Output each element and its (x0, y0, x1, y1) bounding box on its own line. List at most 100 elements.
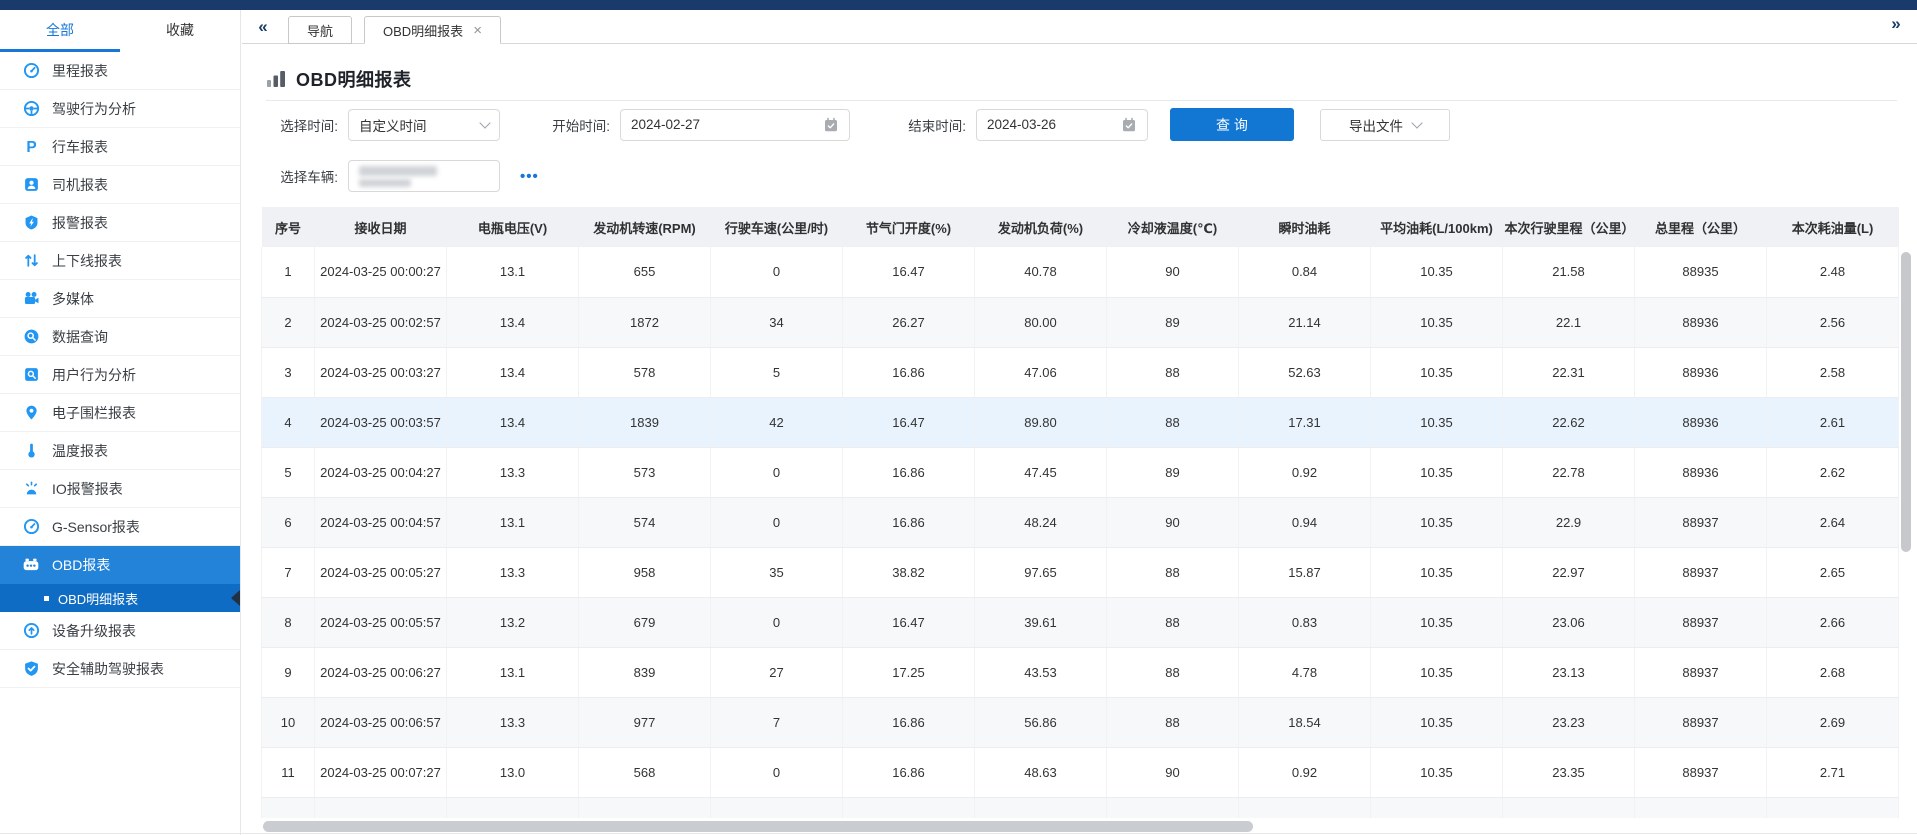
table-row[interactable]: 92024-03-25 00:06:2713.18392717.2543.538… (262, 647, 1899, 697)
table-cell: 13.4 (447, 297, 579, 347)
table-row[interactable]: 52024-03-25 00:04:2713.3573016.8647.4589… (262, 447, 1899, 497)
table-cell: 0.84 (1239, 247, 1371, 297)
table-cell: 89 (1107, 797, 1239, 818)
table-cell: 10.35 (1371, 647, 1503, 697)
time-range-select[interactable]: 自定义时间 (348, 109, 500, 141)
table-cell: 0.94 (1239, 497, 1371, 547)
table-cell: 2.56 (1767, 297, 1899, 347)
column-header: 发动机负荷(%) (975, 207, 1107, 247)
close-tab-icon[interactable]: × (473, 23, 482, 38)
parking-icon: P (22, 138, 40, 156)
sidebar-subitem[interactable]: OBD明细报表 (0, 584, 240, 612)
horizontal-scrollbar[interactable] (261, 820, 1902, 833)
horizontal-scrollbar-thumb[interactable] (263, 821, 1253, 832)
steering-wheel-icon (22, 100, 40, 118)
table-cell: 2.58 (1767, 347, 1899, 397)
table-cell: 10.35 (1371, 697, 1503, 747)
sidebar-item[interactable]: 安全辅助驾驶报表 (0, 650, 240, 688)
chevron-down-icon (1411, 117, 1422, 128)
io-alarm-icon (22, 480, 40, 498)
table-row[interactable]: 42024-03-25 00:03:5713.418394216.4789.80… (262, 397, 1899, 447)
table-row[interactable]: 72024-03-25 00:05:2713.39583538.8297.658… (262, 547, 1899, 597)
table-cell: 4.78 (1239, 647, 1371, 697)
workspace-tab[interactable]: 导航 (288, 16, 352, 44)
end-date-input[interactable]: 2024-03-26 (976, 109, 1148, 141)
sidebar-item[interactable]: 设备升级报表 (0, 612, 240, 650)
table-cell: 5 (262, 447, 315, 497)
location-pin-icon (22, 404, 40, 422)
table-row[interactable]: 22024-03-25 00:02:5713.418723426.2780.00… (262, 297, 1899, 347)
sidebar-item[interactable]: P 行车报表 (0, 128, 240, 166)
expand-tabs-icon[interactable]: » (1883, 11, 1909, 37)
table-cell: 88 (1107, 697, 1239, 747)
sidebar-item[interactable]: 驾驶行为分析 (0, 90, 240, 128)
table-row[interactable]: 32024-03-25 00:03:2713.4578516.8647.0688… (262, 347, 1899, 397)
table-cell: 9 (262, 647, 315, 697)
table-cell: 2024-03-25 00:06:27 (315, 647, 447, 697)
table-cell: 2024-03-25 00:04:57 (315, 497, 447, 547)
sidebar-item[interactable]: 多媒体 (0, 280, 240, 318)
table-row[interactable]: 62024-03-25 00:04:5713.1574016.8648.2490… (262, 497, 1899, 547)
sidebar-item[interactable]: IO报警报表 (0, 470, 240, 508)
table-cell: 10.35 (1371, 597, 1503, 647)
table-cell: 13.1 (447, 247, 579, 297)
table-cell: 13.2 (447, 597, 579, 647)
vertical-scrollbar-thumb[interactable] (1901, 252, 1911, 552)
sidebar-item[interactable]: 里程报表 (0, 52, 240, 90)
table-cell: 23.13 (1503, 647, 1635, 697)
sidebar-item[interactable]: 电子围栏报表 (0, 394, 240, 432)
table-cell: 16.86 (843, 747, 975, 797)
thermometer-icon (22, 442, 40, 460)
column-header: 电瓶电压(V) (447, 207, 579, 247)
table-cell: 2024-03-25 00:07:57 (315, 797, 447, 818)
sidebar-item[interactable]: 司机报表 (0, 166, 240, 204)
table-cell: 89 (1107, 297, 1239, 347)
sidebar-item[interactable]: G-Sensor报表 (0, 508, 240, 546)
collapse-tabs-icon[interactable]: « (250, 14, 276, 40)
sidebar-item[interactable]: 报警报表 (0, 204, 240, 242)
more-vehicles-button[interactable]: ••• (520, 168, 539, 185)
sidebar-tab-all[interactable]: 全部 (0, 10, 120, 52)
table-cell: 10.35 (1371, 497, 1503, 547)
table-row[interactable]: 102024-03-25 00:06:5713.3977716.8656.868… (262, 697, 1899, 747)
sidebar-item[interactable]: 上下线报表 (0, 242, 240, 280)
workspace-tab[interactable]: OBD明细报表 × (364, 16, 501, 44)
sidebar-item-label: IO报警报表 (52, 479, 123, 499)
sidebar-item-label: 数据查询 (52, 327, 108, 347)
sidebar-item[interactable]: 用户行为分析 (0, 356, 240, 394)
sidebar-item[interactable]: OBD报表 (0, 546, 240, 584)
sidebar-tab-favorites[interactable]: 收藏 (120, 10, 240, 52)
table-cell: 578 (579, 347, 711, 397)
table-cell: 23.37 (1503, 797, 1635, 818)
table-row[interactable]: 12024-03-25 00:00:2713.1655016.4740.7890… (262, 247, 1899, 297)
sidebar-item[interactable]: 温度报表 (0, 432, 240, 470)
sidebar-menu: 里程报表 驾驶行为分析 P 行车报表 司机报表 报警报表 上下线报表 多媒体 数… (0, 52, 240, 688)
table-row[interactable]: 82024-03-25 00:05:5713.2679016.4739.6188… (262, 597, 1899, 647)
table-cell: 10.35 (1371, 397, 1503, 447)
table-cell: 958 (579, 547, 711, 597)
table-row[interactable]: 112024-03-25 00:07:2713.0568016.8648.639… (262, 747, 1899, 797)
start-date-input[interactable]: 2024-02-27 (620, 109, 850, 141)
sidebar-item-label: 行车报表 (52, 137, 108, 157)
table-cell: 38.82 (843, 547, 975, 597)
vehicle-select-input[interactable] (348, 160, 500, 192)
obd-report-table: 序号接收日期电瓶电压(V)发动机转速(RPM)行驶车速(公里/时)节气门开度(%… (261, 207, 1902, 818)
table-cell: 90 (1107, 247, 1239, 297)
table-cell: 14 (711, 797, 843, 818)
query-button[interactable]: 查 询 (1170, 108, 1294, 141)
table-cell: 21.14 (1239, 297, 1371, 347)
sidebar-item-label: 司机报表 (52, 175, 108, 195)
table-cell: 88936 (1635, 447, 1767, 497)
export-file-button[interactable]: 导出文件 (1320, 109, 1450, 141)
column-header: 行驶车速(公里/时) (711, 207, 843, 247)
table-cell: 2.61 (1767, 397, 1899, 447)
table-row[interactable]: 122024-03-25 00:07:5713.217471421.0650.9… (262, 797, 1899, 818)
sidebar-item[interactable]: 数据查询 (0, 318, 240, 356)
table-cell: 568 (579, 747, 711, 797)
table-cell: 47.06 (975, 347, 1107, 397)
table-cell: 88937 (1635, 647, 1767, 697)
sidebar-item-label: 驾驶行为分析 (52, 99, 136, 119)
alarm-shield-icon (22, 214, 40, 232)
table-cell: 18.54 (1239, 697, 1371, 747)
table-cell: 13.4 (447, 347, 579, 397)
